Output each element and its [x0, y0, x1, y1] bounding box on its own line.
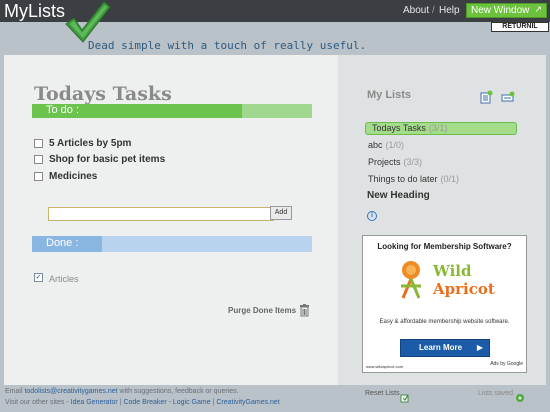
task-text[interactable]: Medicines [49, 171, 97, 182]
code-breaker-link[interactable]: Code Breaker - Logic Game [123, 399, 210, 406]
task-text[interactable]: 5 Articles by 5pm [49, 138, 131, 149]
lists-saved-status: Lists saved. [478, 390, 515, 397]
task-checkbox[interactable] [34, 139, 43, 148]
creativitygames-link[interactable]: CreativityGames.net [216, 399, 279, 406]
list-item-projects[interactable]: Projects (3/3) [368, 157, 422, 170]
tagline: Dead simple with a touch of really usefu… [88, 39, 367, 52]
todo-section-header: To do : [32, 104, 312, 118]
add-task-button[interactable]: Add [270, 206, 292, 220]
footer-email-link[interactable]: todolists@creativitygames.net [24, 388, 117, 395]
help-link[interactable]: Help [439, 5, 460, 16]
new-list-icon[interactable] [479, 89, 493, 108]
nav-separator: / [432, 5, 435, 16]
play-arrow-icon: ▶ [476, 343, 483, 352]
footer-sites-prefix: Visit our other sites - [5, 399, 69, 406]
list-item-todays-tasks[interactable]: Todays Tasks (3/1) [365, 122, 517, 135]
reset-icon[interactable] [400, 388, 410, 407]
task-checkbox[interactable] [34, 172, 43, 181]
new-task-input[interactable] [48, 207, 274, 221]
list-item-name: Things to do later [368, 174, 438, 184]
footer-separator: | [119, 399, 122, 406]
external-arrow-icon: ↗ [534, 5, 542, 15]
app-title: MyLists [4, 1, 66, 21]
advertisement[interactable]: Looking for Membership Software? Wild Ap… [362, 235, 527, 373]
wild-apricot-logo-icon [393, 258, 429, 306]
sidebar-title: My Lists [367, 89, 412, 101]
list-item-count: (3/1) [428, 123, 448, 133]
trash-icon[interactable] [299, 302, 310, 321]
new-window-button[interactable]: New Window ↗ [466, 3, 547, 18]
saved-status-icon [515, 388, 525, 407]
learn-more-button[interactable]: Learn More ▶ [400, 339, 490, 357]
about-link[interactable]: About [403, 5, 429, 16]
list-item-count: (3/3) [403, 157, 423, 167]
ad-url[interactable]: www.wildapricot.com [366, 364, 403, 369]
footer-email-suffix: with suggestions, feedback or queries. [119, 388, 239, 395]
footer-separator: | [212, 399, 215, 406]
footer-contact: Email todolists@creativitygames.net with… [5, 388, 239, 395]
done-section-header: Done : [32, 236, 312, 252]
done-label: Done : [46, 237, 79, 249]
task-checkbox[interactable] [34, 155, 43, 164]
list-item-name: abc [368, 140, 383, 150]
returnil-badge[interactable]: RETURNIL [491, 22, 549, 32]
list-item-name: Todays Tasks [372, 123, 426, 133]
list-item-name: Projects [368, 157, 401, 167]
ad-headline[interactable]: Looking for Membership Software? [363, 242, 526, 251]
idea-generator-link[interactable]: Idea Generator [71, 399, 118, 406]
done-checkbox[interactable]: ✓ [34, 273, 43, 282]
ad-brand-wild: Wild [433, 262, 472, 280]
new-window-label: New Window [471, 5, 530, 16]
done-item-text[interactable]: Articles [49, 274, 79, 284]
footer-sites: Visit our other sites - Idea Generator |… [5, 399, 280, 406]
learn-more-label: Learn More [419, 343, 463, 352]
task-text[interactable]: Shop for basic pet items [49, 154, 165, 165]
footer-email-prefix: Email [5, 388, 23, 395]
list-item-count: (1/0) [385, 140, 405, 150]
list-item-things-to-do-later[interactable]: Things to do later (0/1) [368, 174, 459, 187]
purge-done-items-button[interactable]: Purge Done Items [228, 306, 296, 315]
info-icon[interactable]: i [367, 211, 377, 221]
list-heading[interactable]: New Heading [367, 190, 430, 201]
ads-by-google[interactable]: Ads by Google [490, 361, 523, 367]
list-item-count: (0/1) [440, 174, 460, 184]
page-title: Todays Tasks [34, 83, 172, 105]
list-item-abc[interactable]: abc (1/0) [368, 140, 404, 153]
ad-brand-apricot: Apricot [433, 280, 495, 298]
new-heading-icon[interactable] [501, 89, 515, 108]
todo-label: To do : [46, 104, 80, 116]
ad-description: Easy & affordable membership website sof… [379, 319, 510, 325]
reset-lists-button[interactable]: Reset Lists [365, 390, 400, 397]
